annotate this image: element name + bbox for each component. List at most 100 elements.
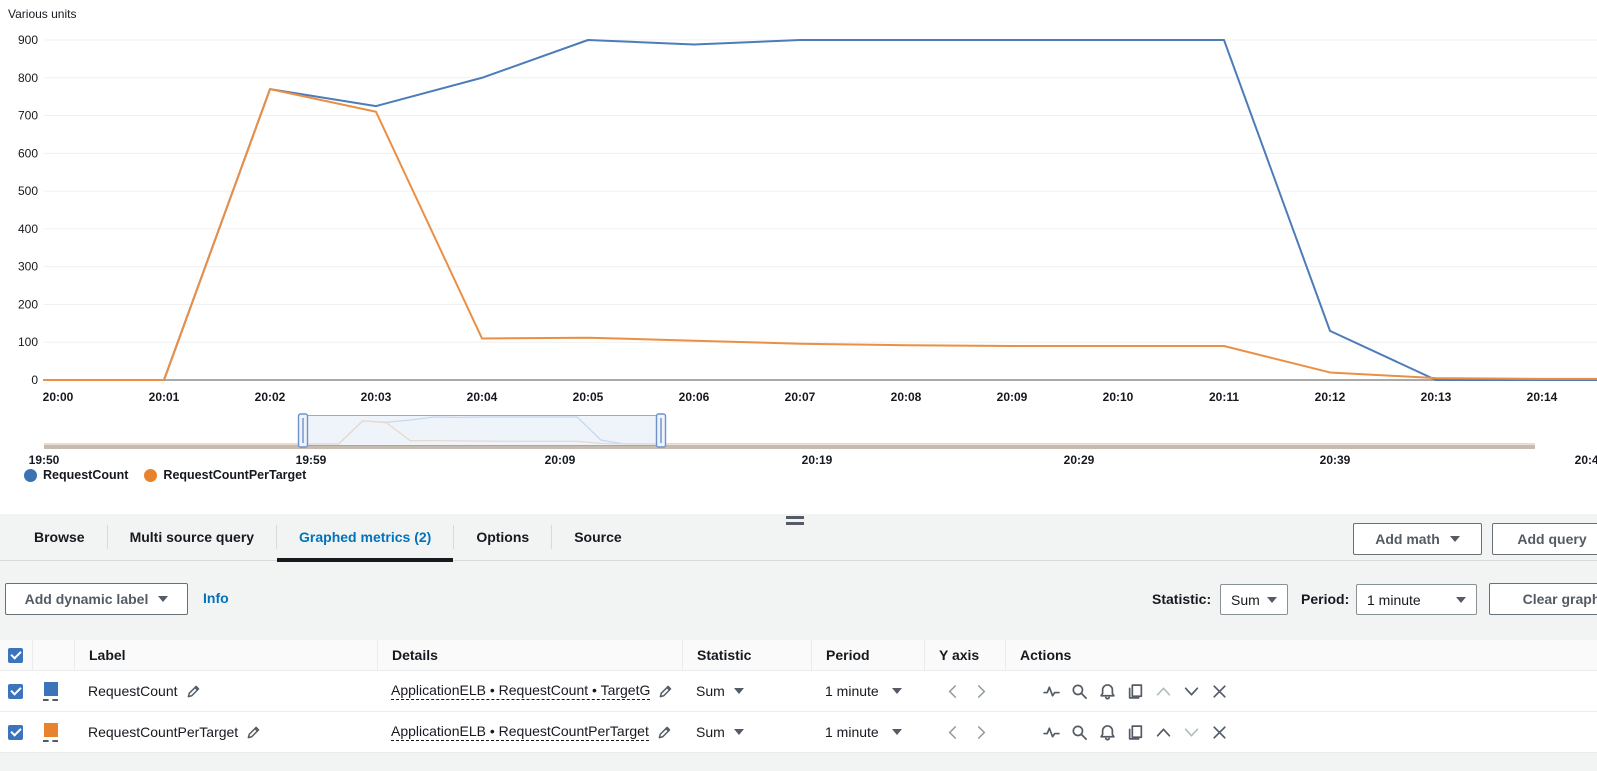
svg-text:600: 600 — [18, 146, 38, 160]
graphed-metrics-table: Label Details Statistic Period Y axis Ac… — [0, 640, 1597, 753]
svg-text:20:39: 20:39 — [1320, 453, 1351, 467]
metric-details[interactable]: ApplicationELB • RequestCount • TargetG — [391, 682, 650, 700]
series-color-swatch[interactable] — [43, 682, 58, 701]
zoom-metric-icon[interactable] — [1071, 683, 1088, 700]
svg-text:0: 0 — [31, 373, 38, 387]
metric-label: RequestCount — [88, 683, 178, 699]
caret-down-icon — [734, 729, 744, 735]
duplicate-icon[interactable] — [1127, 724, 1144, 741]
column-header-label: Label — [74, 640, 377, 670]
tab-options[interactable]: Options — [454, 514, 551, 561]
graph-this-metric-icon[interactable] — [1043, 683, 1060, 700]
select-all-checkbox[interactable] — [8, 648, 23, 663]
table-header-row: Label Details Statistic Period Y axis Ac… — [0, 640, 1597, 671]
caret-down-icon — [158, 596, 168, 602]
graph-this-metric-icon[interactable] — [1043, 724, 1060, 741]
svg-text:20:14: 20:14 — [1527, 390, 1558, 404]
move-up-icon — [1155, 683, 1172, 700]
clear-graph-button[interactable]: Clear graph — [1489, 583, 1597, 615]
info-link[interactable]: Info — [203, 590, 229, 606]
column-header-statistic: Statistic — [682, 640, 811, 670]
legend-item-requestcountpertarget[interactable]: RequestCountPerTarget — [144, 468, 306, 482]
svg-text:800: 800 — [18, 71, 38, 85]
cloudwatch-metrics-page: Various units 90080070060050040030020010… — [0, 0, 1597, 771]
edit-details-icon[interactable] — [658, 684, 673, 699]
add-dynamic-label-button[interactable]: Add dynamic label — [5, 583, 188, 615]
statistic-select[interactable]: Sum — [1220, 584, 1288, 615]
legend-item-requestcount[interactable]: RequestCount — [24, 468, 128, 482]
caret-down-icon — [1450, 536, 1460, 542]
column-header-actions: Actions — [1005, 640, 1597, 670]
edit-label-icon[interactable] — [186, 684, 201, 699]
legend-color-dot — [144, 469, 157, 482]
row-period-dropdown[interactable]: 1 minute — [811, 724, 924, 740]
svg-text:20:09: 20:09 — [997, 390, 1028, 404]
legend-label: RequestCountPerTarget — [163, 468, 306, 482]
move-down-icon[interactable] — [1183, 683, 1200, 700]
yaxis-left-icon[interactable] — [946, 725, 959, 740]
edit-details-icon[interactable] — [657, 725, 672, 740]
remove-metric-icon[interactable] — [1211, 724, 1228, 741]
table-row: RequestCount ApplicationELB • RequestCou… — [0, 671, 1597, 712]
tab-source[interactable]: Source — [552, 514, 643, 561]
caret-down-icon — [892, 729, 902, 735]
svg-text:20:02: 20:02 — [255, 390, 286, 404]
svg-text:20:19: 20:19 — [802, 453, 833, 467]
svg-text:20:03: 20:03 — [361, 390, 392, 404]
tab-browse[interactable]: Browse — [12, 514, 107, 561]
row-checkbox[interactable] — [8, 684, 23, 699]
move-down-icon — [1183, 724, 1200, 741]
tab-multi-source-query[interactable]: Multi source query — [108, 514, 276, 561]
period-select[interactable]: 1 minute — [1356, 584, 1477, 615]
metric-details[interactable]: ApplicationELB • RequestCountPerTarget — [391, 723, 649, 741]
duplicate-icon[interactable] — [1127, 683, 1144, 700]
table-row: RequestCountPerTarget ApplicationELB • R… — [0, 712, 1597, 753]
svg-text:20:29: 20:29 — [1064, 453, 1095, 467]
row-checkbox[interactable] — [8, 725, 23, 740]
remove-metric-icon[interactable] — [1211, 683, 1228, 700]
yaxis-left-icon[interactable] — [946, 684, 959, 699]
zoom-metric-icon[interactable] — [1071, 724, 1088, 741]
timeline-brush-chart[interactable]: 19:50 19:59 20:09 20:19 20:29 20:39 20:49 — [0, 412, 1597, 468]
caret-down-icon — [1267, 597, 1277, 603]
svg-text:100: 100 — [18, 335, 38, 349]
row-period-dropdown[interactable]: 1 minute — [811, 683, 924, 699]
svg-text:20:09: 20:09 — [545, 453, 576, 467]
svg-text:400: 400 — [18, 222, 38, 236]
edit-label-icon[interactable] — [246, 725, 261, 740]
row-statistic-dropdown[interactable]: Sum — [682, 724, 811, 740]
svg-text:500: 500 — [18, 184, 38, 198]
svg-text:19:50: 19:50 — [29, 453, 60, 467]
yaxis-right-icon[interactable] — [975, 725, 988, 740]
column-header-yaxis: Y axis — [924, 640, 1005, 670]
svg-text:20:49: 20:49 — [1575, 453, 1597, 467]
column-header-details: Details — [377, 640, 682, 670]
period-label: Period: — [1301, 584, 1349, 615]
yaxis-right-icon[interactable] — [975, 684, 988, 699]
legend-color-dot — [24, 469, 37, 482]
svg-text:20:04: 20:04 — [467, 390, 498, 404]
caret-down-icon — [892, 688, 902, 694]
svg-text:200: 200 — [18, 297, 38, 311]
add-math-button[interactable]: Add math — [1353, 523, 1482, 555]
svg-text:300: 300 — [18, 260, 38, 274]
add-query-button[interactable]: Add query — [1492, 523, 1597, 555]
svg-text:20:11: 20:11 — [1209, 390, 1239, 404]
svg-text:20:01: 20:01 — [149, 390, 180, 404]
svg-text:20:00: 20:00 — [43, 390, 74, 404]
row-statistic-dropdown[interactable]: Sum — [682, 683, 811, 699]
svg-text:20:05: 20:05 — [573, 390, 604, 404]
move-up-icon[interactable] — [1155, 724, 1172, 741]
main-chart[interactable]: 900800700600500400300200100020:0020:0120… — [0, 0, 1597, 410]
tab-graphed-metrics[interactable]: Graphed metrics (2) — [277, 514, 453, 561]
create-alarm-icon[interactable] — [1099, 683, 1116, 700]
series-color-swatch[interactable] — [43, 723, 58, 742]
statistic-label: Statistic: — [1152, 584, 1211, 615]
column-header-period: Period — [811, 640, 924, 670]
svg-text:20:07: 20:07 — [785, 390, 816, 404]
legend-label: RequestCount — [43, 468, 128, 482]
svg-text:20:12: 20:12 — [1315, 390, 1346, 404]
create-alarm-icon[interactable] — [1099, 724, 1116, 741]
svg-text:19:59: 19:59 — [296, 453, 327, 467]
svg-text:700: 700 — [18, 109, 38, 123]
